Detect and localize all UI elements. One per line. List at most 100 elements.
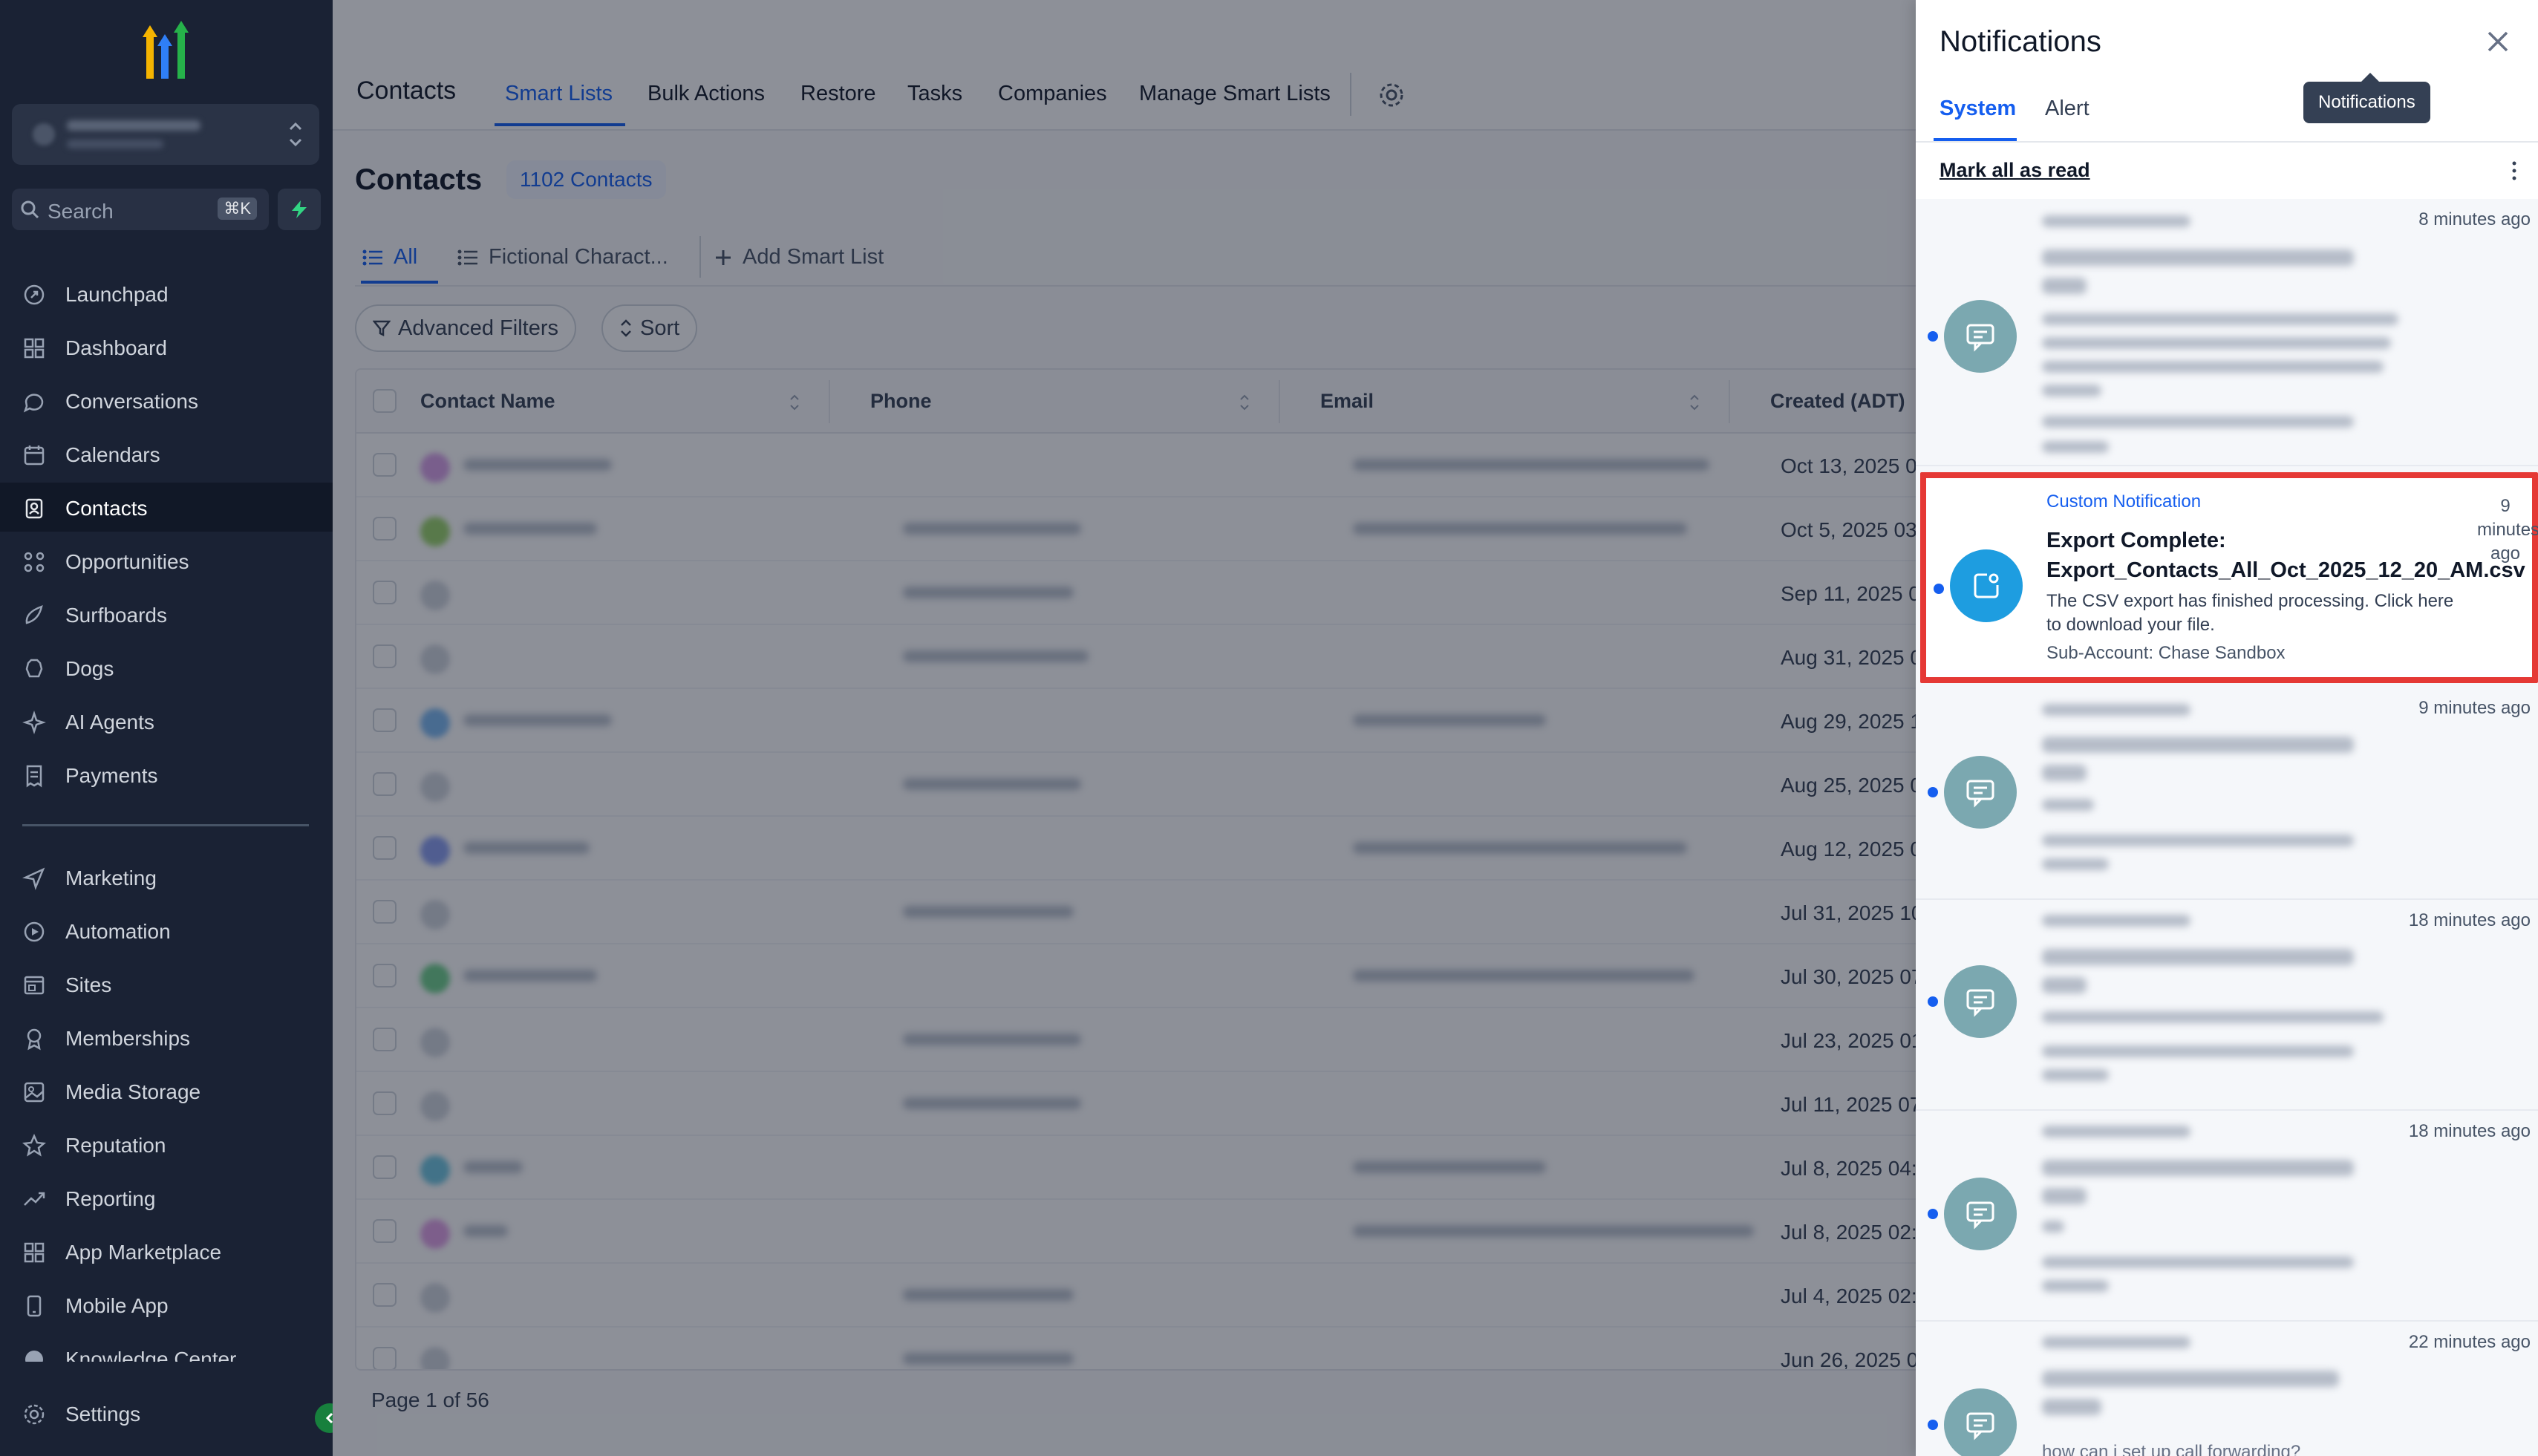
notification-item[interactable]: 8 minutes ago — [1916, 199, 2538, 466]
redacted-line — [2042, 1256, 2354, 1268]
redacted-line — [2042, 949, 2354, 965]
chat-icon — [23, 394, 44, 413]
sidebar-item-memberships[interactable]: Memberships — [0, 1013, 333, 1062]
sidebar-item-label: Automation — [65, 920, 171, 943]
sidebar-item-surfboards[interactable]: Surfboards — [0, 590, 333, 639]
tooltip-arrow — [2361, 73, 2379, 82]
sidebar-item-marketing[interactable]: Marketing — [0, 852, 333, 901]
sidebar-item-launchpad[interactable]: Launchpad — [0, 269, 333, 318]
notification-time: 18 minutes ago — [2408, 910, 2531, 930]
notification-item[interactable]: 18 minutes ago — [1916, 900, 2538, 1111]
tab-system[interactable]: System — [1940, 97, 2016, 121]
sidebar-item-automation[interactable]: Automation — [0, 906, 333, 955]
unread-dot — [1928, 996, 1938, 1007]
sidebar-item-mobile-app[interactable]: Mobile App — [0, 1280, 333, 1329]
redacted-line — [2042, 361, 2384, 373]
tab-alert[interactable]: Alert — [2045, 97, 2090, 121]
sidebar-item-reputation[interactable]: Reputation — [0, 1120, 333, 1169]
sidebar: Search ⌘K Launchpad Dashboard Conversati… — [0, 0, 333, 1456]
redacted-line — [2042, 249, 2354, 266]
grid-icon — [24, 338, 45, 359]
redacted-line — [2042, 385, 2101, 396]
send-icon — [22, 867, 45, 890]
sidebar-item-label: Dashboard — [65, 336, 167, 359]
sidebar-item-opportunities[interactable]: Opportunities — [0, 536, 333, 585]
dog-icon — [25, 659, 43, 678]
notification-kind: Custom Notification — [2046, 492, 2202, 512]
quick-actions-button[interactable] — [278, 189, 321, 230]
sidebar-item-label: AI Agents — [65, 711, 154, 734]
rocket-icon — [24, 284, 45, 305]
sidebar-item-knowledge-center[interactable]: Knowledge Center — [0, 1333, 333, 1362]
sidebar-item-contacts[interactable]: Contacts — [0, 483, 333, 532]
redacted-line — [2042, 1221, 2064, 1233]
redacted-line — [2042, 799, 2094, 811]
unread-dot — [1928, 787, 1938, 797]
export-complete-notification[interactable]: Custom Notification Export Complete: Exp… — [1920, 472, 2538, 683]
notifications-title: Notifications — [1940, 25, 2101, 58]
notification-body: The CSV export has finished processing. … — [2046, 591, 2454, 635]
sidebar-item-label: Reporting — [65, 1187, 156, 1210]
notifications-panel: Notifications System Alert Notifications… — [1916, 0, 2538, 1456]
search-icon — [21, 200, 39, 219]
sidebar-item-reporting[interactable]: Reporting — [0, 1173, 333, 1222]
redacted-line — [2042, 835, 2354, 846]
unread-dot — [1928, 1420, 1938, 1430]
sidebar-item-label: Dogs — [65, 657, 114, 680]
redacted-line — [2042, 215, 2190, 227]
time-line: minutes — [2477, 520, 2538, 540]
sidebar-item-ai-agents[interactable]: AI Agents — [0, 696, 333, 745]
notification-time: 9 minutes ago — [2477, 494, 2538, 566]
sidebar-item-label: Reputation — [65, 1134, 166, 1157]
account-location-redacted — [67, 140, 163, 148]
more-options-icon[interactable] — [2510, 159, 2519, 183]
sidebar-item-label: Calendars — [65, 443, 160, 466]
brand-logo-icon[interactable] — [134, 21, 196, 80]
sidebar-item-label: Mobile App — [65, 1294, 169, 1317]
notification-item[interactable]: 18 minutes ago — [1916, 1111, 2538, 1322]
sidebar-item-conversations[interactable]: Conversations — [0, 376, 333, 425]
search-placeholder: Search — [48, 200, 114, 223]
sidebar-item-sites[interactable]: Sites — [0, 959, 333, 1008]
redacted-line — [2042, 1126, 2190, 1137]
redacted-line — [2042, 765, 2087, 781]
sidebar-item-media-storage[interactable]: Media Storage — [0, 1066, 333, 1115]
message-notification-badge — [1944, 300, 2017, 373]
mark-all-read-link[interactable]: Mark all as read — [1940, 159, 2090, 182]
redacted-line — [2042, 915, 2190, 927]
image-icon — [24, 1082, 45, 1103]
redacted-line — [2042, 1011, 2384, 1023]
trend-icon — [24, 1192, 45, 1206]
close-icon[interactable] — [2485, 28, 2511, 55]
notification-preview: how can i set up call forwarding? — [2042, 1442, 2301, 1456]
time-line: ago — [2490, 543, 2521, 564]
redacted-line — [2042, 1045, 2354, 1057]
message-notification-badge — [1944, 756, 2017, 829]
gear-icon — [24, 1404, 45, 1425]
sidebar-item-label: App Marketplace — [65, 1241, 222, 1264]
automation-icon — [24, 921, 45, 942]
sidebar-item-payments[interactable]: Payments — [0, 750, 333, 799]
apps-icon — [24, 1242, 45, 1263]
sparkle-icon — [22, 711, 46, 734]
sidebar-search[interactable]: Search ⌘K — [12, 189, 269, 230]
sidebar-item-label: Sites — [65, 973, 112, 996]
modal-backdrop[interactable] — [333, 0, 1916, 1456]
receipt-icon — [26, 765, 42, 788]
sidebar-item-app-marketplace[interactable]: App Marketplace — [0, 1227, 333, 1276]
account-switcher[interactable] — [12, 104, 319, 165]
sidebar-item-settings[interactable]: Settings — [0, 1388, 333, 1437]
notification-item[interactable]: 9 minutes ago — [1916, 689, 2538, 900]
sidebar-item-label: Contacts — [65, 497, 148, 520]
sidebar-item-dogs[interactable]: Dogs — [0, 643, 333, 692]
export-notification-badge — [1950, 549, 2023, 622]
sidebar-item-calendars[interactable]: Calendars — [0, 429, 333, 478]
search-shortcut-badge: ⌘K — [218, 197, 257, 220]
notification-item[interactable]: 22 minutes ago how can i set up call for… — [1916, 1322, 2538, 1456]
sidebar-item-dashboard[interactable]: Dashboard — [0, 322, 333, 371]
account-avatar — [33, 123, 55, 146]
notification-time: 8 minutes ago — [2418, 209, 2531, 229]
phone-icon — [27, 1295, 42, 1317]
redacted-line — [2042, 704, 2190, 716]
unread-dot — [1928, 331, 1938, 342]
